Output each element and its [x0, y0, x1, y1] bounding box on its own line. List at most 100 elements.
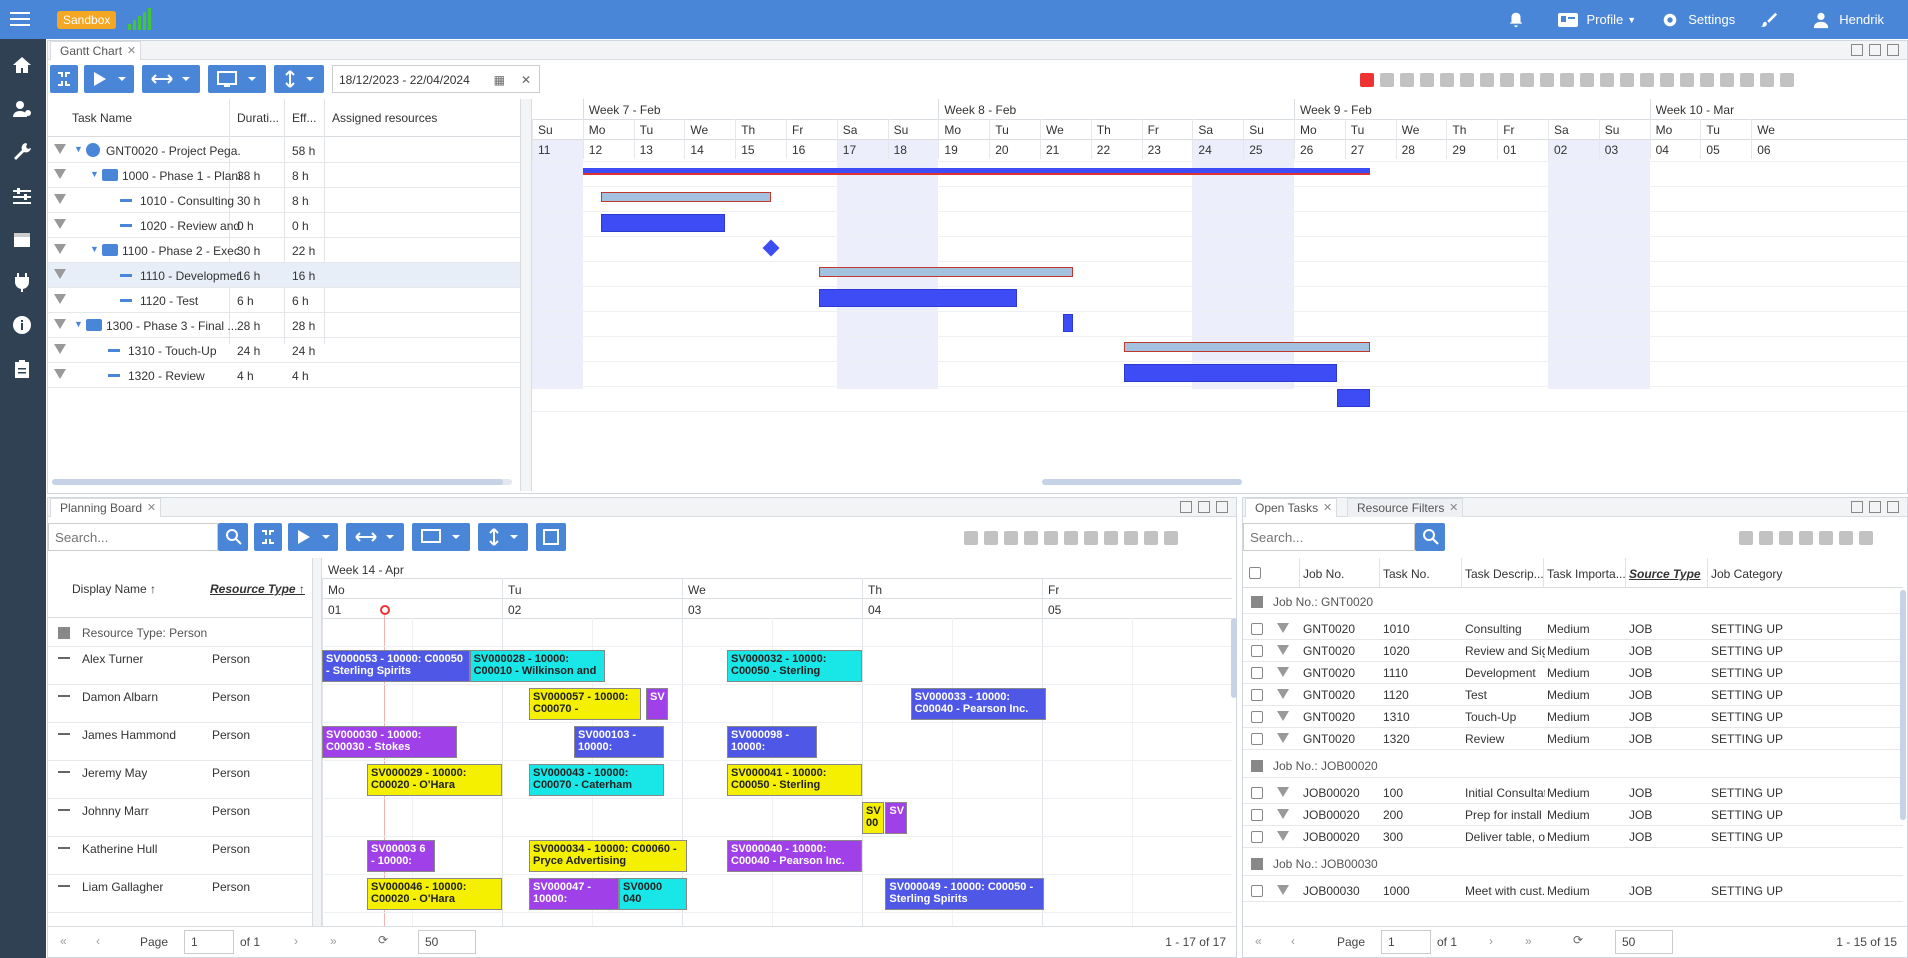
last-page-icon[interactable]: »	[330, 934, 337, 948]
row-checkbox[interactable]	[1251, 733, 1263, 745]
col-display-name[interactable]: Display Name ↑	[72, 582, 156, 596]
task-bar[interactable]	[1337, 389, 1371, 407]
theme-button[interactable]	[1759, 11, 1787, 29]
hammer-icon[interactable]	[1480, 73, 1494, 87]
filter-icon[interactable]	[54, 144, 66, 154]
service-order-chip[interactable]: SV000041 - 10000: C00050 - Sterling	[727, 764, 862, 796]
undo-icon[interactable]	[1400, 73, 1414, 87]
filter-icon[interactable]	[1277, 733, 1289, 743]
plug-icon[interactable]	[12, 272, 32, 292]
filter-icon[interactable]	[54, 344, 66, 354]
filter-icon[interactable]	[1277, 787, 1289, 797]
task-row[interactable]: JOB00020 200 Prep for install Medium JOB SETT…	[1243, 804, 1903, 826]
filter-icon[interactable]	[54, 319, 66, 329]
arrow-down-bar-icon[interactable]	[1620, 73, 1634, 87]
redo-icon[interactable]	[1420, 73, 1434, 87]
col-task-name[interactable]: Task Name	[72, 111, 132, 125]
arrow-left-icon[interactable]	[1024, 531, 1038, 545]
task-row[interactable]: GNT0020 1020 Review and Sig...Medium JOB SET…	[1243, 640, 1903, 662]
resource-row[interactable]: Jeremy May Person	[48, 761, 312, 799]
search-icon[interactable]	[1759, 531, 1773, 545]
service-order-chip[interactable]: SV000046 - 10000: C00020 - O'Hara	[367, 878, 502, 910]
row-checkbox[interactable]	[1251, 809, 1263, 821]
view-dropdown[interactable]	[208, 65, 266, 93]
milestone[interactable]	[762, 239, 780, 257]
group-row[interactable]: Job No.: JOB00020	[1243, 754, 1903, 778]
service-order-chip[interactable]: SV000030 - 10000: C00030 - Stokes	[322, 726, 457, 758]
calendar-icon[interactable]	[12, 229, 32, 249]
profile-menu[interactable]: Profile ▼	[1558, 11, 1636, 29]
service-order-chip[interactable]: SV000040 - 10000: C00040 - Pearson Inc.	[727, 840, 862, 872]
crosshair-icon[interactable]	[1540, 73, 1554, 87]
tab-gantt-chart[interactable]: Gantt Chart ✕	[50, 41, 142, 60]
filter-icon[interactable]	[54, 219, 66, 229]
group-row[interactable]: Job No.: JOB00030	[1243, 852, 1903, 876]
row-checkbox[interactable]	[1251, 645, 1263, 657]
row-checkbox[interactable]	[1251, 711, 1263, 723]
summary-bar[interactable]	[819, 267, 1074, 277]
col-effort[interactable]: Eff...	[292, 111, 316, 125]
filter-icon[interactable]	[1277, 885, 1289, 895]
filter-icon[interactable]	[54, 194, 66, 204]
collapse-all-icon[interactable]	[1440, 73, 1454, 87]
collapse-icon[interactable]	[1251, 858, 1263, 870]
edit-icon[interactable]	[1851, 44, 1863, 56]
task-bar[interactable]	[819, 289, 1018, 307]
column-header[interactable]: Task Descrip...	[1465, 567, 1545, 581]
summary-bar[interactable]	[600, 192, 771, 202]
fit-width-dropdown[interactable]	[346, 523, 404, 551]
task-row[interactable]: GNT0020 1110 Development Medium JOB SETTING U…	[1243, 662, 1903, 684]
col-duration[interactable]: Durati...	[237, 111, 279, 125]
minimize-icon[interactable]	[1869, 44, 1881, 56]
close-icon[interactable]: ✕	[1323, 499, 1332, 518]
filter-icon[interactable]	[1277, 667, 1289, 677]
first-page-icon[interactable]: «	[1255, 934, 1262, 948]
search-icon[interactable]	[1064, 531, 1078, 545]
open-tasks-search-input[interactable]	[1243, 523, 1415, 551]
pdf-icon[interactable]	[1780, 73, 1794, 87]
pdf-icon[interactable]	[1164, 531, 1178, 545]
resource-row[interactable]: Johnny Marr Person	[48, 799, 312, 837]
service-order-chip[interactable]: SV000098 - 10000:	[727, 726, 817, 758]
menu-icon[interactable]	[10, 12, 30, 26]
last-page-icon[interactable]: »	[1525, 934, 1532, 948]
cancel-icon[interactable]	[1380, 73, 1394, 87]
wrench-icon[interactable]	[12, 142, 32, 162]
list-icon[interactable]	[1660, 73, 1674, 87]
column-header[interactable]: Source Type	[1629, 567, 1709, 581]
filter-icon[interactable]	[54, 169, 66, 179]
compress-button[interactable]	[254, 523, 282, 551]
task-row[interactable]: ▼ 1300 - Phase 3 - Final ... 28 h 28 h	[48, 313, 520, 338]
add-icon[interactable]	[1124, 531, 1138, 545]
service-order-chip[interactable]: SV0000 040	[619, 878, 688, 910]
filter-icon[interactable]	[54, 369, 66, 379]
fit-width-dropdown[interactable]	[142, 65, 200, 93]
summary-bar[interactable]	[1123, 342, 1371, 352]
calendar-icon[interactable]: ▦	[494, 66, 505, 94]
save-icon[interactable]	[1720, 73, 1734, 87]
page-size-input[interactable]: 50	[1615, 930, 1673, 954]
close-icon[interactable]: ✕	[147, 499, 156, 518]
resource-row[interactable]: Alex Turner Person	[48, 647, 312, 685]
tab-open-tasks[interactable]: Open Tasks ✕	[1245, 498, 1338, 518]
power-icon[interactable]	[1084, 531, 1098, 545]
task-row[interactable]: GNT0020 1310 Touch-Up Medium JOB SETTING UP	[1243, 706, 1903, 728]
task-row[interactable]: 1310 - Touch-Up 24 h 24 h	[48, 338, 520, 363]
filter-icon[interactable]	[1277, 809, 1289, 819]
search-button[interactable]	[218, 523, 248, 551]
service-order-chip[interactable]: SV	[646, 688, 668, 720]
save-icon[interactable]	[1799, 531, 1813, 545]
task-row[interactable]: ▼ 1000 - Phase 1 - Planni...38 h 8 h	[48, 163, 520, 188]
task-row[interactable]: ▼ 1100 - Phase 2 - Execu...30 h 22 h	[48, 238, 520, 263]
resource-row[interactable]: Liam Gallagher Person	[48, 875, 312, 913]
service-order-chip[interactable]: SV000028 - 10000: C00010 - Wilkinson and	[469, 650, 605, 682]
info-icon[interactable]	[12, 315, 32, 335]
edit-icon[interactable]	[1180, 501, 1192, 513]
chevron-down-icon[interactable]: ▼	[74, 144, 83, 154]
rocket-icon[interactable]	[1640, 73, 1654, 87]
task-row[interactable]: 1020 - Review and ...0 h0 h	[48, 213, 520, 238]
chevron-down-icon[interactable]: ▼	[74, 319, 83, 329]
search-button[interactable]	[1415, 523, 1445, 551]
close-window-icon[interactable]	[1216, 501, 1228, 513]
task-row[interactable]: ▼ GNT0020 - Project Pega... 58 h	[48, 138, 520, 163]
